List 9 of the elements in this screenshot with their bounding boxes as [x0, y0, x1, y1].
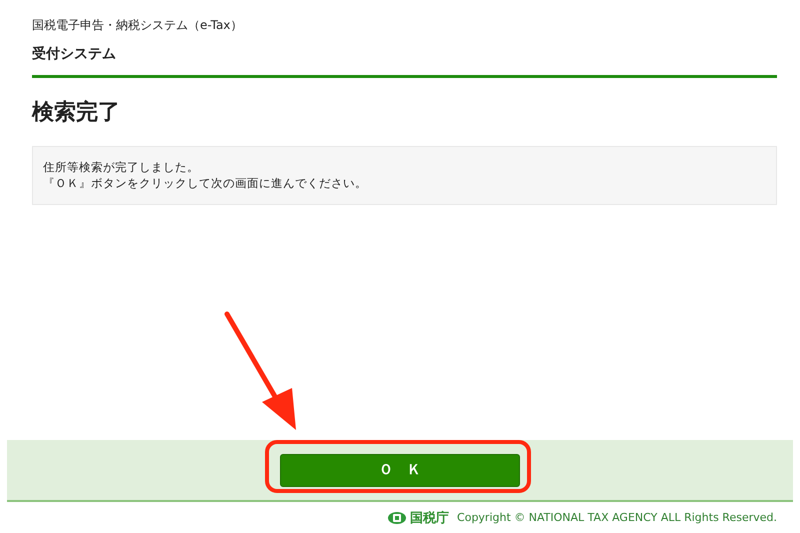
system-name: 国税電子申告・納税システム（e-Tax）: [32, 17, 244, 33]
message-text: 住所等検索が完了しました。: [43, 159, 199, 175]
message-text: 『ＯＫ』ボタンをクリックして次の画面に進んでください。: [43, 175, 367, 191]
agency-logo-icon: [387, 510, 408, 524]
copyright-text: Copyright © NATIONAL TAX AGENCY ALL Rights Reserved.: [457, 511, 777, 524]
ok-button[interactable]: Ｏ Ｋ: [280, 454, 520, 486]
subsystem-title: 受付システム: [32, 45, 117, 63]
page-title: 検索完了: [32, 99, 121, 127]
agency-logo-text: 国税庁: [410, 510, 450, 526]
